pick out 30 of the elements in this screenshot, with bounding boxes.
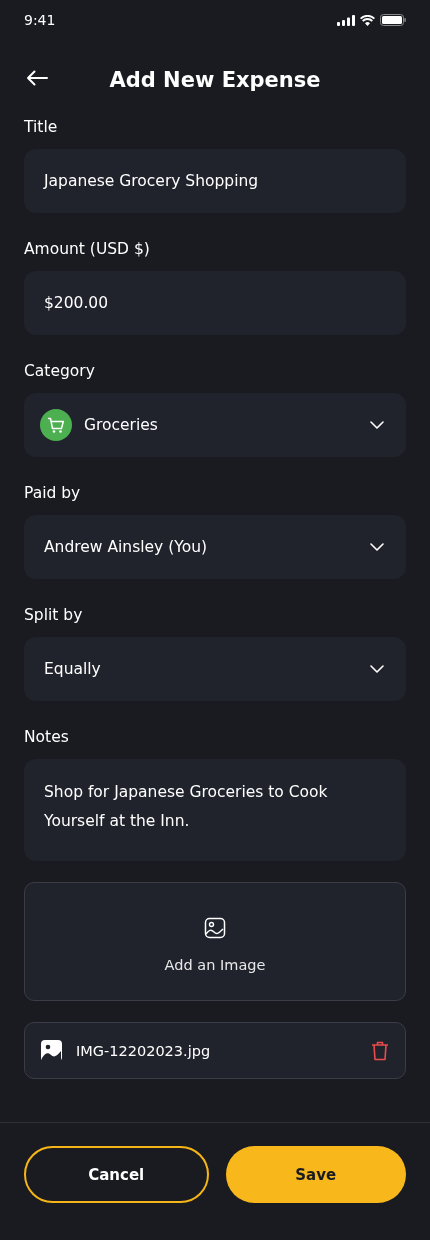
chevron-down-icon	[370, 665, 384, 673]
dropdown-field[interactable]: Groceries	[24, 393, 406, 457]
image-icon	[204, 916, 226, 939]
cart-icon	[40, 409, 72, 441]
chevron-down-icon	[370, 421, 384, 429]
field-label: Amount (USD $)	[24, 239, 150, 260]
cancel-button[interactable]: Cancel	[24, 1146, 209, 1203]
image-upload-area[interactable]: Add an Image	[24, 882, 406, 1001]
status-time: 9:41	[24, 12, 56, 28]
wifi-icon	[360, 14, 375, 26]
back-button[interactable]	[26, 70, 48, 86]
field-label: Category	[24, 361, 95, 382]
text-field[interactable]: $200.00	[24, 271, 406, 335]
chevron-down-icon	[370, 543, 384, 551]
file-name: IMG-12202023.jpg	[76, 1042, 212, 1059]
field-label: Title	[24, 117, 58, 138]
dropdown-field[interactable]: Equally	[24, 637, 406, 701]
text-field[interactable]: Japanese Grocery Shopping	[24, 149, 406, 213]
field-label: Paid by	[24, 483, 81, 504]
dropdown-field[interactable]: Andrew Ainsley (You)	[24, 515, 406, 579]
signal-icon	[337, 14, 355, 26]
page-title: Add New Expense	[109, 68, 321, 92]
notes-field[interactable]: Shop for Japanese Groceries to Cook Yourself at the Inn.	[24, 759, 406, 861]
upload-label: Add an Image	[164, 956, 266, 973]
field-label: Notes	[24, 727, 69, 748]
delete-button[interactable]	[371, 1040, 389, 1061]
battery-icon	[380, 14, 406, 26]
field-label: Split by	[24, 605, 83, 626]
image-file-icon	[41, 1040, 62, 1061]
save-button[interactable]: Save	[225, 1146, 406, 1203]
